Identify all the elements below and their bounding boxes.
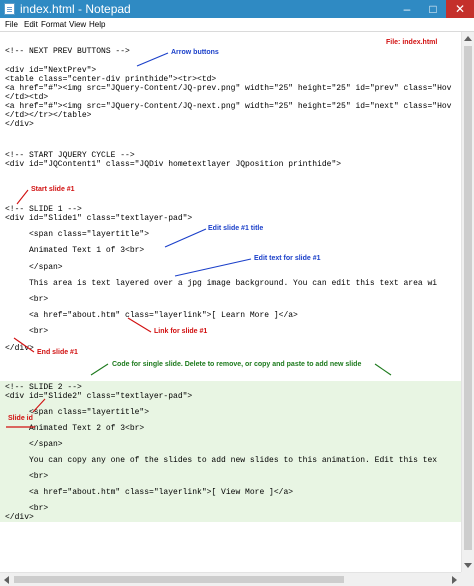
menu-edit[interactable]: Edit bbox=[24, 18, 38, 31]
scroll-up-arrow-icon[interactable] bbox=[464, 36, 472, 41]
slide-id-annotation: Slide id bbox=[8, 415, 33, 422]
code-line: Animated Text 1 of 3<br> bbox=[5, 246, 145, 255]
code-line: <div id="Slide1" class="textlayer-pad"> bbox=[5, 214, 193, 223]
code-line: <div id="JQContent1" class="JQDiv homete… bbox=[5, 160, 342, 169]
end-slide-annotation: End slide #1 bbox=[37, 349, 78, 356]
menu-file[interactable]: File bbox=[5, 18, 18, 31]
menu-help[interactable]: Help bbox=[89, 18, 105, 31]
scroll-left-arrow-icon[interactable] bbox=[4, 576, 9, 584]
menu-bar: File Edit Format View Help bbox=[0, 18, 474, 32]
code-line: This area is text layered over a jpg ima… bbox=[5, 279, 438, 288]
vertical-scrollbar[interactable] bbox=[461, 32, 474, 572]
maximize-button[interactable]: □ bbox=[420, 0, 446, 18]
code-line: </div> bbox=[5, 344, 34, 353]
code-single-slide-annotation: Code for single slide. Delete to remove,… bbox=[112, 361, 362, 368]
horizontal-scrollbar[interactable] bbox=[0, 572, 461, 586]
file-label: File: index.html bbox=[386, 39, 438, 46]
code-line: <a href="about.htm" class="layerlink">[ … bbox=[5, 488, 294, 497]
link-slide-annotation: Link for slide #1 bbox=[154, 328, 208, 335]
code-line: <span class="layertitle"> bbox=[5, 230, 150, 239]
menu-format[interactable]: Format bbox=[41, 18, 66, 31]
arrow-buttons-annotation: Arrow buttons bbox=[171, 49, 219, 56]
code-line: <div id="Slide2" class="textlayer-pad"> bbox=[5, 392, 193, 401]
close-button[interactable]: ✕ bbox=[446, 0, 474, 18]
window-title: index.html - Notepad bbox=[20, 2, 131, 16]
edit-title-annotation: Edit slide #1 title bbox=[208, 225, 264, 232]
code-line: </span> bbox=[5, 440, 63, 449]
code-line: <br> bbox=[5, 295, 49, 304]
start-slide-annotation: Start slide #1 bbox=[31, 186, 75, 193]
slide-2-highlight bbox=[0, 381, 461, 522]
code-line: </span> bbox=[5, 263, 63, 272]
scroll-right-arrow-icon[interactable] bbox=[452, 576, 457, 584]
code-line: <!-- NEXT PREV BUTTONS --> bbox=[5, 47, 130, 56]
code-line: You can copy any one of the slides to ad… bbox=[5, 456, 438, 465]
code-line: </div> bbox=[5, 513, 34, 522]
code-line: Animated Text 2 of 3<br> bbox=[5, 424, 145, 433]
edit-text-annotation: Edit text for slide #1 bbox=[254, 255, 321, 262]
code-line: <a href="about.htm" class="layerlink">[ … bbox=[5, 311, 298, 320]
code-line: <a href="#"><img src="JQuery-Content/JQ-… bbox=[5, 84, 452, 93]
scroll-down-arrow-icon[interactable] bbox=[464, 563, 472, 568]
resize-grip[interactable] bbox=[461, 572, 474, 586]
code-line: <br> bbox=[5, 327, 49, 336]
minimize-button[interactable]: – bbox=[394, 0, 420, 18]
title-bar[interactable]: index.html - Notepad – □ ✕ bbox=[0, 0, 474, 18]
code-line: </div> bbox=[5, 120, 34, 129]
horizontal-scroll-thumb[interactable] bbox=[14, 576, 344, 583]
notepad-window: index.html - Notepad – □ ✕ File Edit For… bbox=[0, 0, 474, 586]
menu-view[interactable]: View bbox=[69, 18, 86, 31]
notepad-icon bbox=[4, 3, 15, 15]
vertical-scroll-thumb[interactable] bbox=[464, 46, 472, 550]
code-line: <br> bbox=[5, 472, 49, 481]
